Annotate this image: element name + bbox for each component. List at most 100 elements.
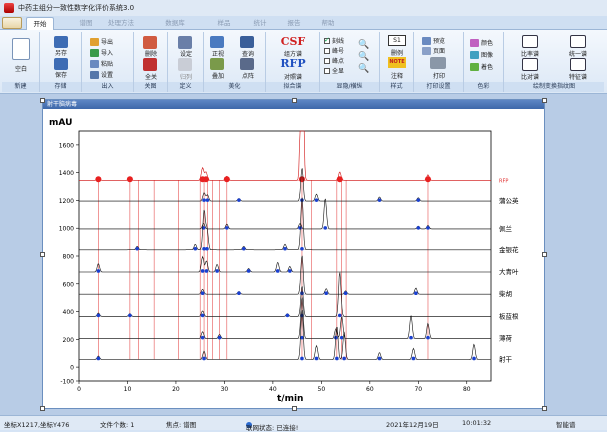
peak-point bbox=[200, 269, 205, 273]
feature-spectrum-button[interactable]: 特征谱 bbox=[558, 72, 598, 81]
x-tick-label: 50 bbox=[318, 386, 326, 393]
zoom-in-icon[interactable]: 🔍 bbox=[358, 40, 369, 50]
delete-button[interactable]: 删除 bbox=[134, 49, 168, 58]
group-io: 导出 导入 粘贴 设置 出入 bbox=[82, 32, 134, 92]
note-icon: NOTE bbox=[388, 57, 406, 68]
resize-handle[interactable] bbox=[542, 98, 547, 103]
save-as-button[interactable]: 另存 bbox=[40, 48, 82, 57]
save-button[interactable]: 保存 bbox=[40, 70, 82, 79]
peak-point bbox=[336, 176, 343, 183]
tab-report[interactable]: 报告 bbox=[282, 17, 306, 30]
close-all-button[interactable]: 全关 bbox=[134, 72, 168, 81]
resize-handle[interactable] bbox=[542, 252, 547, 257]
tab-spectrum[interactable]: 谱图 bbox=[74, 17, 98, 30]
ratio-chart-icon bbox=[522, 35, 538, 48]
peak-point bbox=[285, 313, 290, 318]
tab-help[interactable]: 帮助 bbox=[316, 17, 340, 30]
status-bar: 坐标X1217,坐标Y476 文件个数: 1 焦点: 谱图 联网状态: 已连接!… bbox=[0, 415, 607, 432]
delete-sample-button[interactable]: 删例 bbox=[380, 48, 414, 57]
group-label: 美化 bbox=[204, 82, 265, 92]
peak-point bbox=[225, 226, 229, 230]
align-button[interactable]: 归列 bbox=[168, 72, 204, 81]
resize-handle[interactable] bbox=[40, 406, 45, 411]
query-button[interactable]: 查询 bbox=[234, 49, 262, 58]
peak-point bbox=[96, 269, 101, 273]
preview-button[interactable]: 预览 bbox=[422, 36, 445, 45]
peak-point bbox=[200, 335, 205, 340]
peak-point bbox=[416, 198, 421, 202]
y-axis-label: mAU bbox=[49, 118, 72, 128]
compare-spectrum-button[interactable]: 比对谱 bbox=[510, 72, 550, 81]
x-tick-label: 30 bbox=[221, 386, 229, 393]
page-setup-button[interactable]: 页面 bbox=[422, 46, 445, 55]
chromatogram-chart[interactable]: mAUt/min-1000200400600800100012001400160… bbox=[43, 109, 544, 408]
tab-process[interactable]: 处理方法 bbox=[104, 17, 138, 30]
group-label: 关图 bbox=[134, 82, 167, 92]
overlay-button[interactable]: 叠加 bbox=[204, 71, 232, 80]
peak-point bbox=[283, 246, 287, 251]
paste-button[interactable]: 粘贴 bbox=[90, 59, 113, 68]
group-transform: 比率谱 统一谱 比对谱 特征谱 绘制变换指纹图 bbox=[504, 32, 604, 92]
title-bar: 中药主组分一致性数字化评价系统3.0 bbox=[0, 0, 607, 16]
tab-sample[interactable]: 样品 bbox=[212, 17, 236, 30]
resize-handle[interactable] bbox=[40, 98, 45, 103]
group-label: 样式 bbox=[380, 82, 413, 92]
tab-stats[interactable]: 统计 bbox=[248, 17, 272, 30]
peak-point bbox=[409, 335, 413, 340]
export-button[interactable]: 导出 bbox=[90, 37, 113, 46]
peak-point bbox=[126, 176, 133, 183]
resize-handle[interactable] bbox=[292, 98, 297, 103]
peak-point bbox=[215, 269, 219, 273]
define-icon bbox=[178, 36, 192, 49]
unified-spectrum-button[interactable]: 统一谱 bbox=[558, 49, 598, 58]
series-name: 薄荷 bbox=[499, 334, 513, 343]
settings-button[interactable]: 设置 bbox=[90, 70, 113, 79]
annotate-button[interactable]: 注释 bbox=[380, 71, 414, 80]
series-name: 柴胡 bbox=[499, 289, 512, 298]
app-menu-button[interactable] bbox=[2, 17, 22, 29]
status-file-count: 文件个数: 1 bbox=[100, 421, 135, 429]
sample-icon: S1 bbox=[388, 35, 406, 46]
tab-database[interactable]: 数据库 bbox=[160, 17, 190, 30]
show-all-checkbox[interactable]: 全显 bbox=[324, 66, 344, 75]
blank-button[interactable]: 空白 bbox=[2, 64, 40, 73]
printer-icon bbox=[430, 57, 446, 69]
peak-point bbox=[204, 269, 209, 273]
import-icon bbox=[90, 48, 99, 57]
resize-handle[interactable] bbox=[542, 406, 547, 411]
dot-matrix-button[interactable]: 点阵 bbox=[234, 71, 262, 80]
peak-point-checkbox[interactable]: 峰点 bbox=[324, 56, 344, 65]
peak-point bbox=[200, 313, 205, 318]
peak-point bbox=[246, 269, 251, 273]
chart-window[interactable]: 射干脑病毒 mAU t/min -100 0 200 400 600 800 1000 1200 1… bbox=[42, 99, 545, 409]
color-button[interactable]: 颜色 bbox=[470, 38, 493, 47]
resize-handle[interactable] bbox=[292, 406, 297, 411]
export-icon bbox=[90, 37, 99, 46]
peak-point bbox=[288, 269, 292, 273]
group-close: 删除 全关 关图 bbox=[134, 32, 168, 92]
series-name: 板蓝根 bbox=[499, 311, 519, 320]
image-button[interactable]: 图像 bbox=[470, 50, 493, 59]
y-tick-label: 0 bbox=[70, 365, 74, 372]
resize-handle[interactable] bbox=[40, 252, 45, 257]
ratio-spectrum-button[interactable]: 比率谱 bbox=[510, 49, 550, 58]
y-tick-label: 400 bbox=[63, 309, 75, 316]
tint-button[interactable]: 着色 bbox=[470, 62, 493, 71]
preview-icon bbox=[422, 36, 431, 45]
print-button[interactable]: 打印 bbox=[414, 71, 464, 80]
zoom-out-icon[interactable]: 🔍 bbox=[358, 52, 369, 62]
tab-start[interactable]: 开始 bbox=[26, 17, 54, 30]
ribbon: 空白 新建 另存 保存 存储 导出 导入 粘贴 设置 出入 删除 全关 关图 设… bbox=[0, 30, 607, 94]
import-button[interactable]: 导入 bbox=[90, 48, 113, 57]
reference-spectrum-button[interactable]: 对照谱 bbox=[266, 72, 320, 81]
gridline-checkbox[interactable]: 刻线 bbox=[324, 36, 344, 45]
group-fit: CSF 组方谱 RFP 对照谱 拟合谱 bbox=[266, 32, 320, 92]
paste-icon bbox=[90, 59, 99, 68]
front-view-button[interactable]: 正视 bbox=[204, 49, 232, 58]
feature-chart-icon bbox=[570, 58, 586, 71]
group-label: 拟合谱 bbox=[266, 82, 319, 92]
define-button[interactable]: 设定 bbox=[168, 49, 204, 58]
y-tick-label: 1400 bbox=[59, 170, 74, 177]
peak-number-checkbox[interactable]: 峰号 bbox=[324, 46, 344, 55]
zoom-reset-icon[interactable]: 🔍 bbox=[358, 64, 369, 74]
